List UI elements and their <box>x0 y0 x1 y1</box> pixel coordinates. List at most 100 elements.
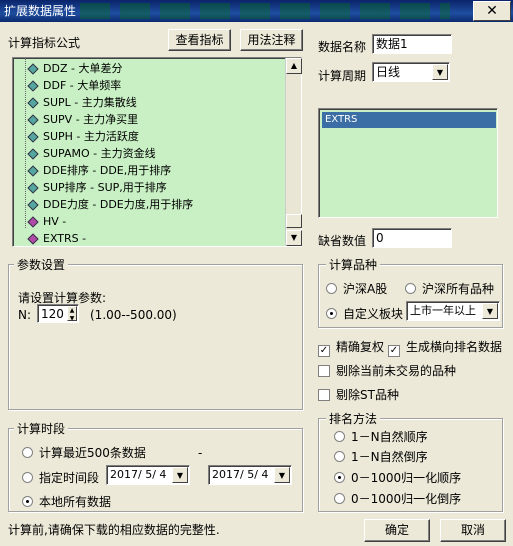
list-item-label: EXTRS - <box>43 232 87 245</box>
scroll-up-icon[interactable]: ▲ <box>286 58 302 74</box>
radio-icon <box>334 451 345 462</box>
extrs-list[interactable]: EXTRS <box>318 108 498 218</box>
indicator-icon <box>27 148 39 160</box>
list-item-label: SUP排序 - SUP,用于排序 <box>43 181 167 194</box>
horizontal-rank-checkbox[interactable]: ✓ 生成横向排名数据 <box>388 338 502 357</box>
radio-icon <box>22 472 33 483</box>
time-opt-range[interactable]: 指定时间段 <box>22 469 99 486</box>
list-item[interactable]: SUPV - 主力净买里 <box>21 111 138 128</box>
scroll-thumb[interactable] <box>286 214 302 228</box>
window-title: 扩展数据属性 <box>4 4 77 18</box>
custom-block-select[interactable]: 上市一年以上 ▼ <box>406 301 500 321</box>
radio-checked-icon <box>326 308 337 319</box>
variety-opt-all[interactable]: 沪深所有品种 <box>405 280 494 297</box>
exclude-st-checkbox[interactable]: 剔除ST品种 <box>318 386 399 403</box>
indicator-icon <box>27 97 39 109</box>
indicator-icon <box>27 63 39 75</box>
list-item[interactable]: DDE排序 - DDE,用于排序 <box>21 162 171 179</box>
list-item[interactable]: SUPH - 主力活跃度 <box>21 128 139 145</box>
params-group-title: 参数设置 <box>14 256 69 273</box>
stepper-icon[interactable]: ▲ ▼ <box>67 306 77 322</box>
date-to-value: 2017/ 5/ 4 <box>212 468 269 481</box>
param-n-range: (1.00--500.00) <box>90 308 177 322</box>
status-text: 计算前,请确保下载的相应数据的完整性. <box>8 523 220 537</box>
formula-scrollbar[interactable]: ▲ ▼ <box>285 58 302 246</box>
default-value-input[interactable]: 0 <box>372 228 452 248</box>
usage-notes-button[interactable]: 用法注释 <box>240 29 303 51</box>
rank-opt-3[interactable]: 0－1000归一化顺序 <box>334 469 461 486</box>
date-dash: - <box>198 446 203 460</box>
rank-opt-2[interactable]: 1－N自然倒序 <box>334 448 428 465</box>
scroll-down-icon[interactable]: ▼ <box>286 230 302 246</box>
time-opt-recent[interactable]: 计算最近500条数据 <box>22 444 146 461</box>
list-item-label: SUPH - 主力活跃度 <box>43 130 139 143</box>
list-item[interactable]: SUP排序 - SUP,用于排序 <box>21 179 167 196</box>
param-n-label: N: <box>18 308 32 322</box>
period-label: 计算周期 <box>318 69 367 83</box>
list-item-label: HV - <box>43 215 67 228</box>
variety-group-title: 计算品种 <box>326 256 381 273</box>
list-item-label: DDE排序 - DDE,用于排序 <box>43 164 172 177</box>
list-item[interactable]: DDF - 大单频率 <box>21 77 121 94</box>
close-icon: ✕ <box>486 3 498 19</box>
date-from-value: 2017/ 5/ 4 <box>110 468 167 481</box>
indicator-icon <box>27 131 39 143</box>
chevron-down-icon[interactable]: ▼ <box>432 64 448 80</box>
period-value: 日线 <box>376 65 401 79</box>
indicator-icon <box>27 165 39 177</box>
list-item-label: SUPV - 主力净买里 <box>43 113 139 126</box>
chevron-down-icon[interactable]: ▼ <box>274 467 290 483</box>
variety-opt-custom[interactable]: 自定义板块 <box>326 305 403 322</box>
radio-icon <box>334 493 345 504</box>
radio-checked-icon <box>334 472 345 483</box>
indicator-icon <box>27 199 39 211</box>
list-item[interactable]: SUPAMO - 主力资金线 <box>21 145 156 162</box>
check-icon: ✓ <box>388 345 400 357</box>
list-item-label: SUPAMO - 主力资金线 <box>43 147 156 160</box>
cancel-button[interactable]: 取消 <box>440 519 506 542</box>
view-indicator-button[interactable]: 查看指标 <box>168 29 231 51</box>
param-n-stepper[interactable]: 120 ▲ ▼ <box>37 304 79 323</box>
list-item-label: DDZ - 大单差分 <box>43 62 123 75</box>
title-ticker <box>80 3 450 19</box>
time-opt-local[interactable]: 本地所有数据 <box>22 493 111 510</box>
checkbox-empty-icon <box>318 389 330 401</box>
title-bar: 扩展数据属性 ✕ <box>0 0 513 22</box>
extrs-selected-item[interactable]: EXTRS <box>322 112 496 128</box>
rank-opt-4[interactable]: 0－1000归一化倒序 <box>334 490 461 507</box>
radio-icon <box>405 283 416 294</box>
date-to-picker[interactable]: 2017/ 5/ 4 ▼ <box>208 465 292 485</box>
indicator-icon <box>27 216 39 228</box>
data-name-label: 数据名称 <box>318 40 367 54</box>
list-item[interactable]: SUPL - 主力集散线 <box>21 94 137 111</box>
exclude-untraded-checkbox[interactable]: 剔除当前未交易的品种 <box>318 362 456 379</box>
formula-list[interactable]: DDZ - 大单差分 DDF - 大单频率 SUPL - 主力集散线 SUPV - 主… <box>12 57 302 247</box>
list-item-label: DDE力度 - DDE力度,用于排序 <box>43 198 194 211</box>
precise-adjust-checkbox[interactable]: ✓ 精确复权 <box>318 338 384 357</box>
default-value-label: 缺省数值 <box>318 234 367 248</box>
chevron-down-icon[interactable]: ▼ <box>172 467 188 483</box>
custom-block-value: 上市一年以上 <box>410 304 476 317</box>
date-from-picker[interactable]: 2017/ 5/ 4 ▼ <box>106 465 190 485</box>
formula-label: 计算指标公式 <box>8 36 81 50</box>
list-item[interactable]: EXTRS - <box>21 230 86 247</box>
radio-icon <box>22 447 33 458</box>
radio-icon <box>326 283 337 294</box>
list-item[interactable]: DDE力度 - DDE力度,用于排序 <box>21 196 193 213</box>
param-n-value: 120 <box>41 307 64 321</box>
rank-opt-1[interactable]: 1－N自然顺序 <box>334 428 428 445</box>
close-button[interactable]: ✕ <box>473 1 511 21</box>
ok-button[interactable]: 确定 <box>364 519 430 542</box>
data-name-input[interactable]: 数据1 <box>372 34 452 54</box>
list-item-label: DDF - 大单频率 <box>43 79 122 92</box>
list-item[interactable]: HV - <box>21 213 66 230</box>
rank-group-title: 排名方法 <box>326 410 381 427</box>
chevron-down-icon[interactable]: ▼ <box>482 303 498 319</box>
indicator-icon <box>27 114 39 126</box>
params-group <box>8 264 303 410</box>
variety-opt-a[interactable]: 沪深A股 <box>326 280 387 297</box>
list-item-label: SUPL - 主力集散线 <box>43 96 137 109</box>
indicator-icon <box>27 233 39 245</box>
list-item[interactable]: DDZ - 大单差分 <box>21 60 122 77</box>
period-select[interactable]: 日线 ▼ <box>372 62 450 82</box>
